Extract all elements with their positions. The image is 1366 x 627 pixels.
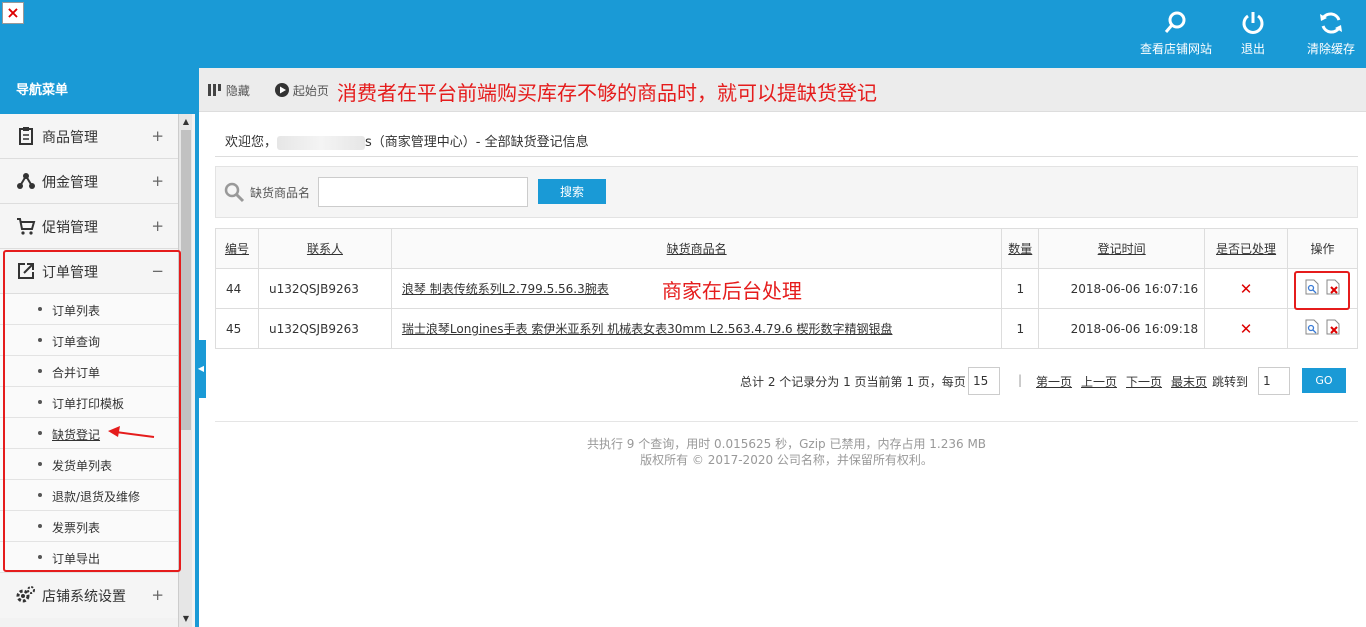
view-doc-icon[interactable] <box>1305 319 1319 335</box>
cart-icon <box>17 218 36 235</box>
clear-cache-button[interactable]: 清除缓存 <box>1303 10 1359 57</box>
first-page-link[interactable]: 第一页 <box>1036 373 1072 401</box>
table-row: 44 u132QSJB9263 浪琴 制表传统系列L2.799.5.56.3腕表… <box>215 268 1358 309</box>
delete-doc-icon[interactable] <box>1326 319 1340 335</box>
sidebar-item-promotion[interactable]: 促销管理 + <box>0 204 178 249</box>
cell-product: 浪琴 制表传统系列L2.799.5.56.3腕表 商家在后台处理 <box>390 268 1003 309</box>
logout-button[interactable]: 退出 <box>1236 10 1270 57</box>
search-icon <box>224 182 245 203</box>
col-time[interactable]: 登记时间 <box>1038 228 1206 269</box>
clipboard-icon <box>19 127 33 145</box>
prev-page-link[interactable]: 上一页 <box>1081 373 1117 401</box>
cell-time: 2018-06-06 16:07:16 <box>1038 268 1206 309</box>
redacted-username <box>277 135 366 150</box>
search-button[interactable]: 搜索 <box>538 179 606 204</box>
sidebar-item-commission[interactable]: 佣金管理 + <box>0 159 178 204</box>
footer-copyright: 版权所有 © 2017-2020 公司名称，并保留所有权利。 <box>640 453 933 467</box>
jump-page-input[interactable]: 1 <box>1258 367 1290 395</box>
home-page-button[interactable]: 起始页 <box>275 82 329 99</box>
pager-separator: | <box>1018 373 1023 387</box>
collapse-sidebar-handle[interactable]: ◀ <box>196 340 206 398</box>
welcome-text: 欢迎您， s（商家管理中心）- 全部缺货登记信息 <box>225 135 589 150</box>
cross-icon: ✕ <box>1204 268 1289 309</box>
per-page-input[interactable]: 15 <box>968 367 1000 395</box>
cell-id: 45 <box>215 308 259 349</box>
pager-summary: 总计 2 个记录分为 1 页当前第 1 页，每页 <box>740 375 966 389</box>
search-icon <box>1164 11 1186 33</box>
scroll-down-icon[interactable]: ▼ <box>180 613 192 625</box>
col-product[interactable]: 缺货商品名 <box>390 228 1003 269</box>
close-icon[interactable]: × <box>2 2 24 24</box>
refresh-icon <box>1320 12 1342 34</box>
cell-qty: 1 <box>1001 308 1040 349</box>
expand-icon: + <box>151 172 164 190</box>
cell-product: 瑞士浪琴Longines手表 索伊米亚系列 机械表女表30mm L2.563.4… <box>390 308 1003 349</box>
col-processed[interactable]: 是否已处理 <box>1204 228 1289 269</box>
scroll-thumb[interactable] <box>181 130 191 430</box>
annotation-out-of-stock: 消费者在平台前端购买库存不够的商品时，就可以提缺货登记 <box>337 81 877 105</box>
footer: 共执行 9 个查询，用时 0.015625 秒，Gzip 已禁用，内存占用 1.… <box>215 436 1358 468</box>
cell-contact: u132QSJB9263 <box>257 308 392 349</box>
top-bar: × 查看店铺网站 退出 清除缓存 <box>0 0 1366 68</box>
annotation-merchant-process: 商家在后台处理 <box>661 279 802 303</box>
cell-qty: 1 <box>1001 268 1040 309</box>
share-icon <box>17 173 35 189</box>
annotation-box-order-menu <box>3 250 181 572</box>
gear-icon <box>16 586 35 603</box>
footer-stats: 共执行 9 个查询，用时 0.015625 秒，Gzip 已禁用，内存占用 1.… <box>586 437 987 451</box>
out-of-stock-table: 编号 联系人 缺货商品名 数量 登记时间 是否已处理 操作 44 u132QSJ… <box>215 228 1358 349</box>
view-store-button[interactable]: 查看店铺网站 <box>1139 10 1213 57</box>
go-button[interactable]: GO <box>1302 368 1346 393</box>
expand-icon: + <box>151 127 164 145</box>
sidebar-title: 导航菜单 <box>0 68 196 114</box>
cell-contact: u132QSJB9263 <box>257 268 392 309</box>
cell-id: 44 <box>215 268 259 309</box>
col-qty[interactable]: 数量 <box>1001 228 1040 269</box>
cell-actions <box>1287 308 1358 349</box>
toolbar: 隐藏 起始页 消费者在平台前端购买库存不够的商品时，就可以提缺货登记 <box>199 68 1366 112</box>
expand-icon: + <box>151 586 164 604</box>
search-input[interactable] <box>318 177 528 207</box>
cross-icon: ✕ <box>1204 308 1289 349</box>
sidebar-item-store-settings[interactable]: 店铺系统设置 + <box>0 573 178 618</box>
annotation-box-actions <box>1294 271 1350 310</box>
search-label: 缺货商品名 <box>250 186 311 200</box>
search-panel: 缺货商品名 搜索 <box>215 166 1358 218</box>
divider <box>215 156 1358 157</box>
play-circle-icon <box>275 83 289 97</box>
columns-icon <box>208 84 221 96</box>
divider <box>215 421 1358 422</box>
sidebar-item-goods[interactable]: 商品管理 + <box>0 114 178 159</box>
product-link[interactable]: 瑞士浪琴Longines手表 索伊米亚系列 机械表女表30mm L2.563.4… <box>402 322 893 336</box>
col-contact[interactable]: 联系人 <box>257 228 392 269</box>
next-page-link[interactable]: 下一页 <box>1126 373 1162 401</box>
table-header-row: 编号 联系人 缺货商品名 数量 登记时间 是否已处理 操作 <box>215 228 1358 269</box>
col-actions: 操作 <box>1287 228 1358 269</box>
scroll-up-icon[interactable]: ▲ <box>180 116 192 128</box>
table-row: 45 u132QSJB9263 瑞士浪琴Longines手表 索伊米亚系列 机械… <box>215 308 1358 349</box>
product-link[interactable]: 浪琴 制表传统系列L2.799.5.56.3腕表 <box>402 282 609 296</box>
power-icon <box>1242 12 1264 34</box>
last-page-link[interactable]: 最末页 <box>1171 373 1207 401</box>
jump-label: 跳转到 <box>1212 375 1249 389</box>
hide-sidebar-button[interactable]: 隐藏 <box>208 82 250 99</box>
cell-time: 2018-06-06 16:09:18 <box>1038 308 1206 349</box>
col-id[interactable]: 编号 <box>215 228 259 269</box>
expand-icon: + <box>151 217 164 235</box>
